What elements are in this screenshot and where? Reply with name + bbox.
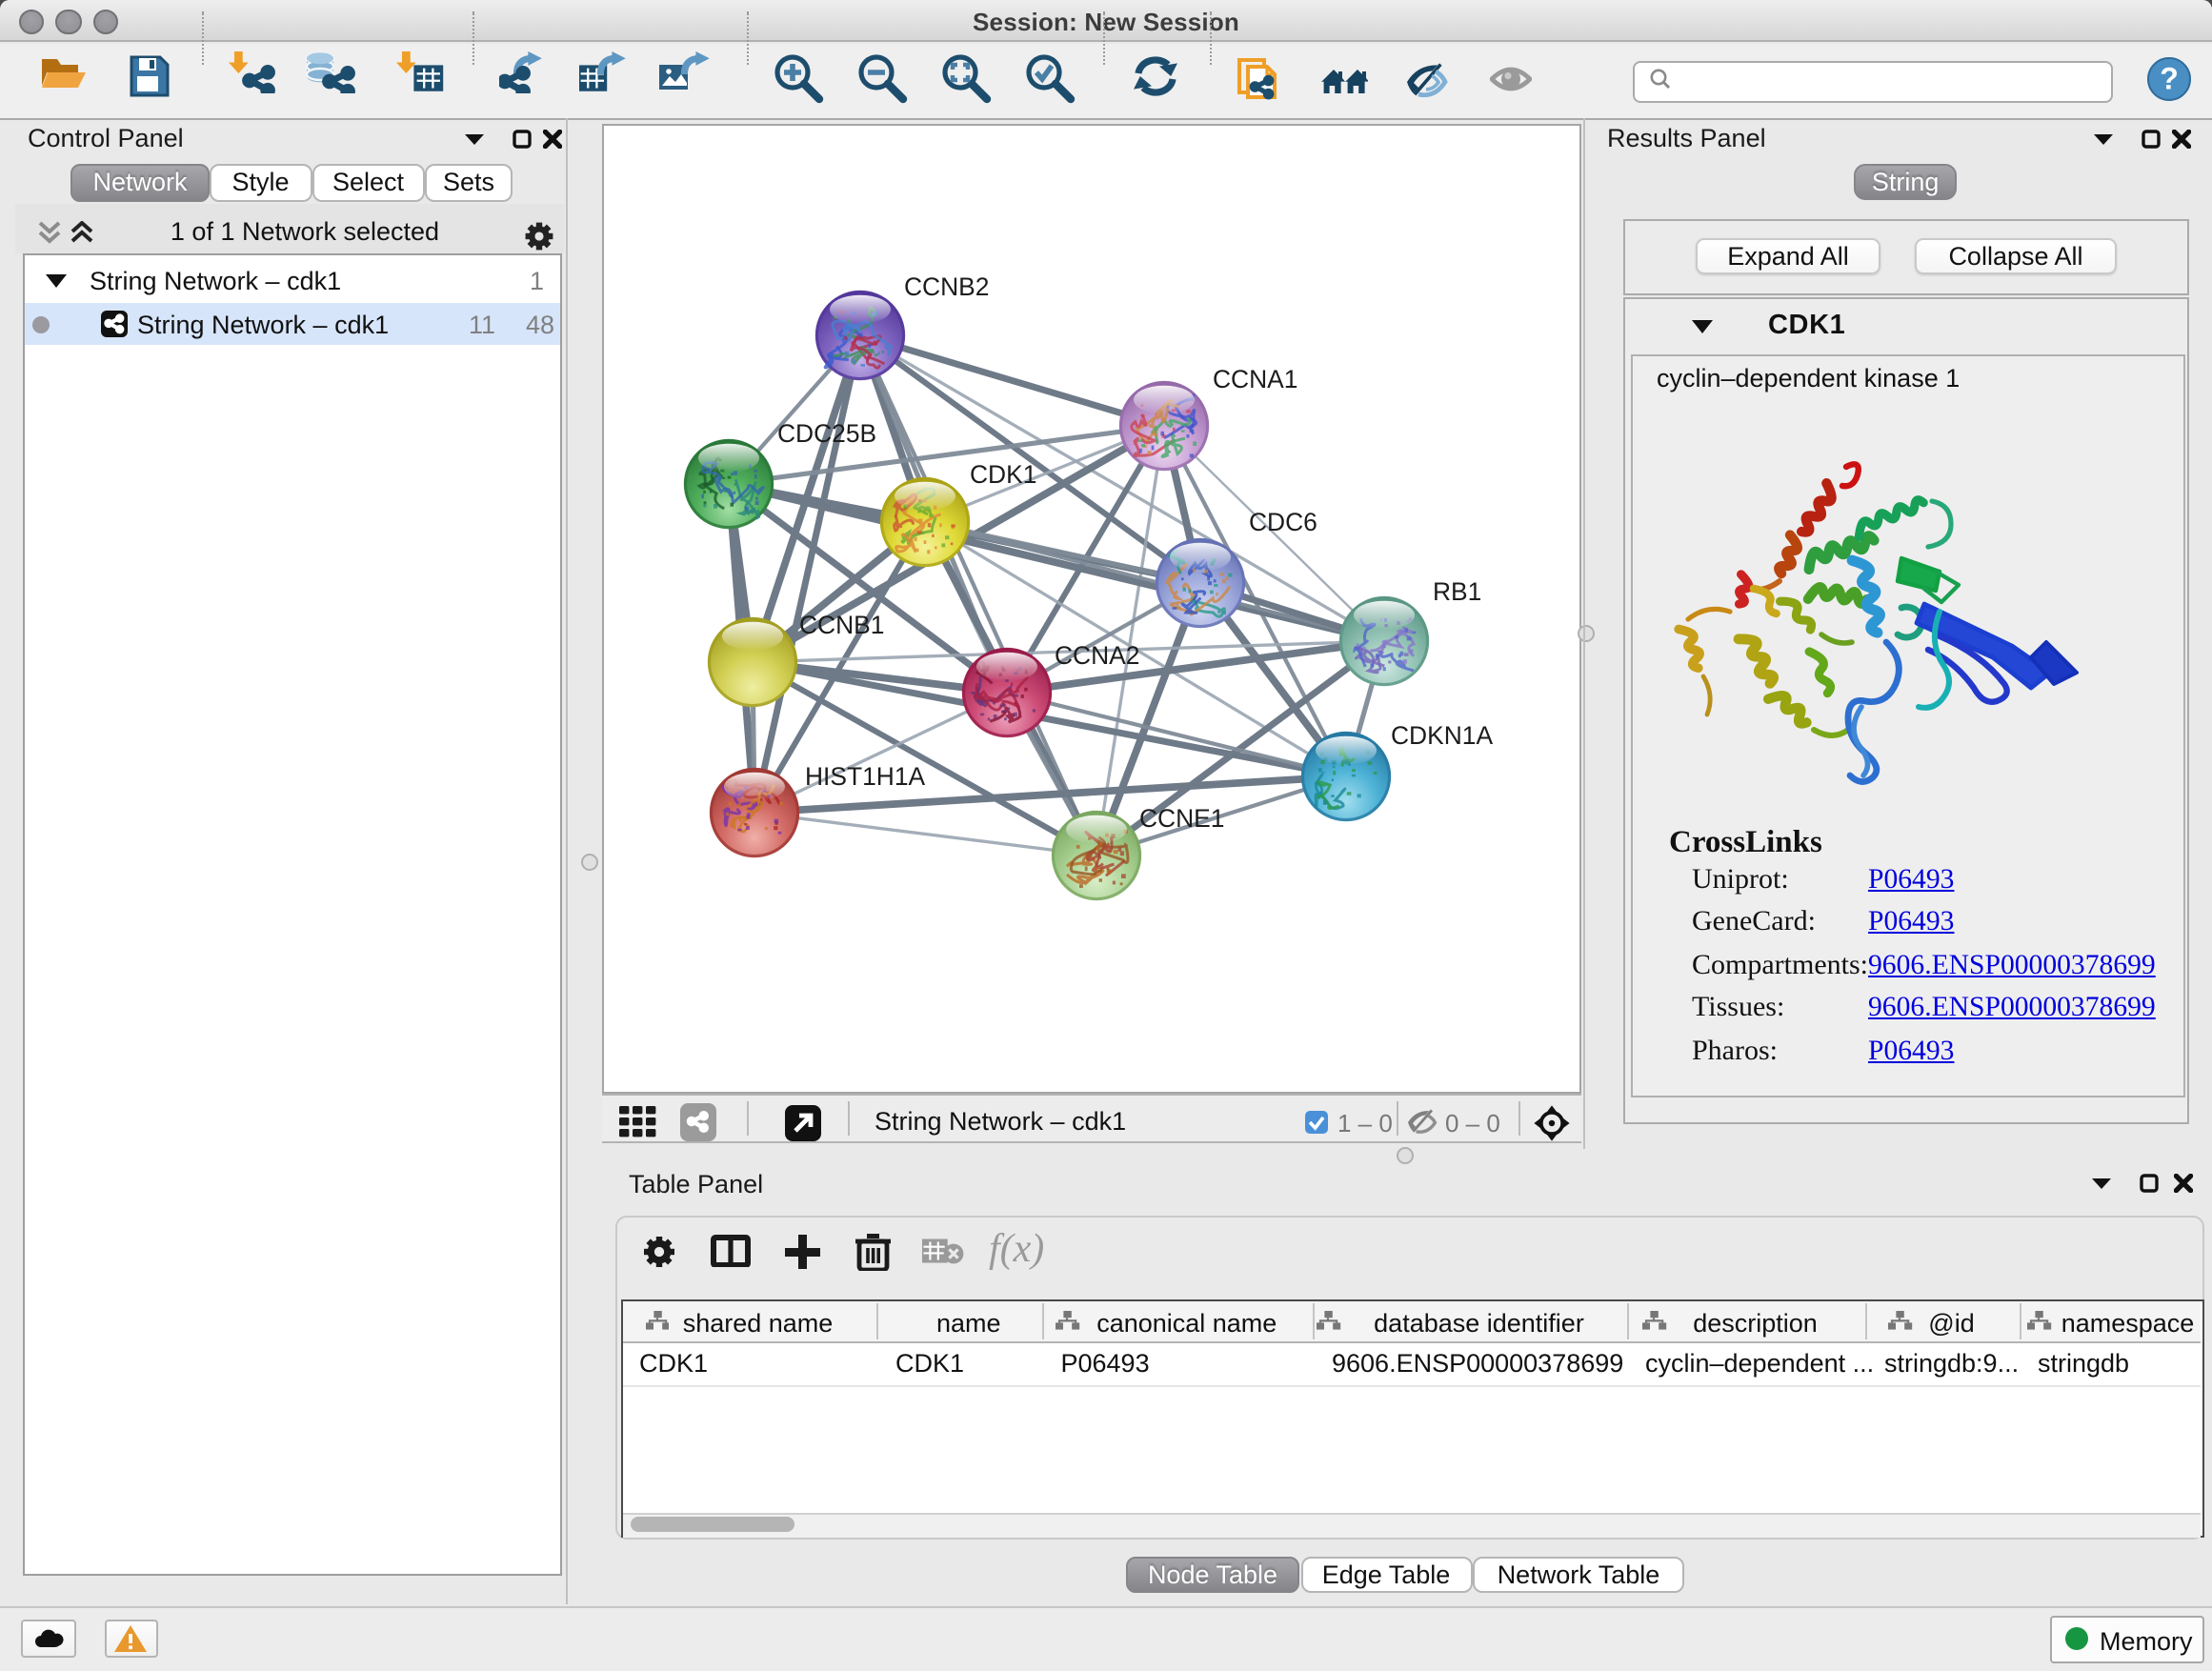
svg-text:CCNB1: CCNB1 bbox=[799, 610, 884, 638]
svg-text:HIST1H1A: HIST1H1A bbox=[805, 761, 926, 790]
svg-text:CDK1: CDK1 bbox=[970, 459, 1036, 488]
svg-text:CDKN1A: CDKN1A bbox=[1391, 720, 1493, 749]
svg-text:CCNA1: CCNA1 bbox=[1213, 364, 1297, 393]
svg-text:CDC6: CDC6 bbox=[1249, 507, 1317, 535]
svg-text:?: ? bbox=[2160, 62, 2179, 96]
svg-text:CCNB2: CCNB2 bbox=[904, 272, 989, 300]
svg-text:CCNE1: CCNE1 bbox=[1139, 803, 1224, 832]
svg-text:CDC25B: CDC25B bbox=[777, 418, 876, 447]
svg-text:RB1: RB1 bbox=[1433, 576, 1481, 605]
svg-text:CCNA2: CCNA2 bbox=[1055, 640, 1139, 669]
